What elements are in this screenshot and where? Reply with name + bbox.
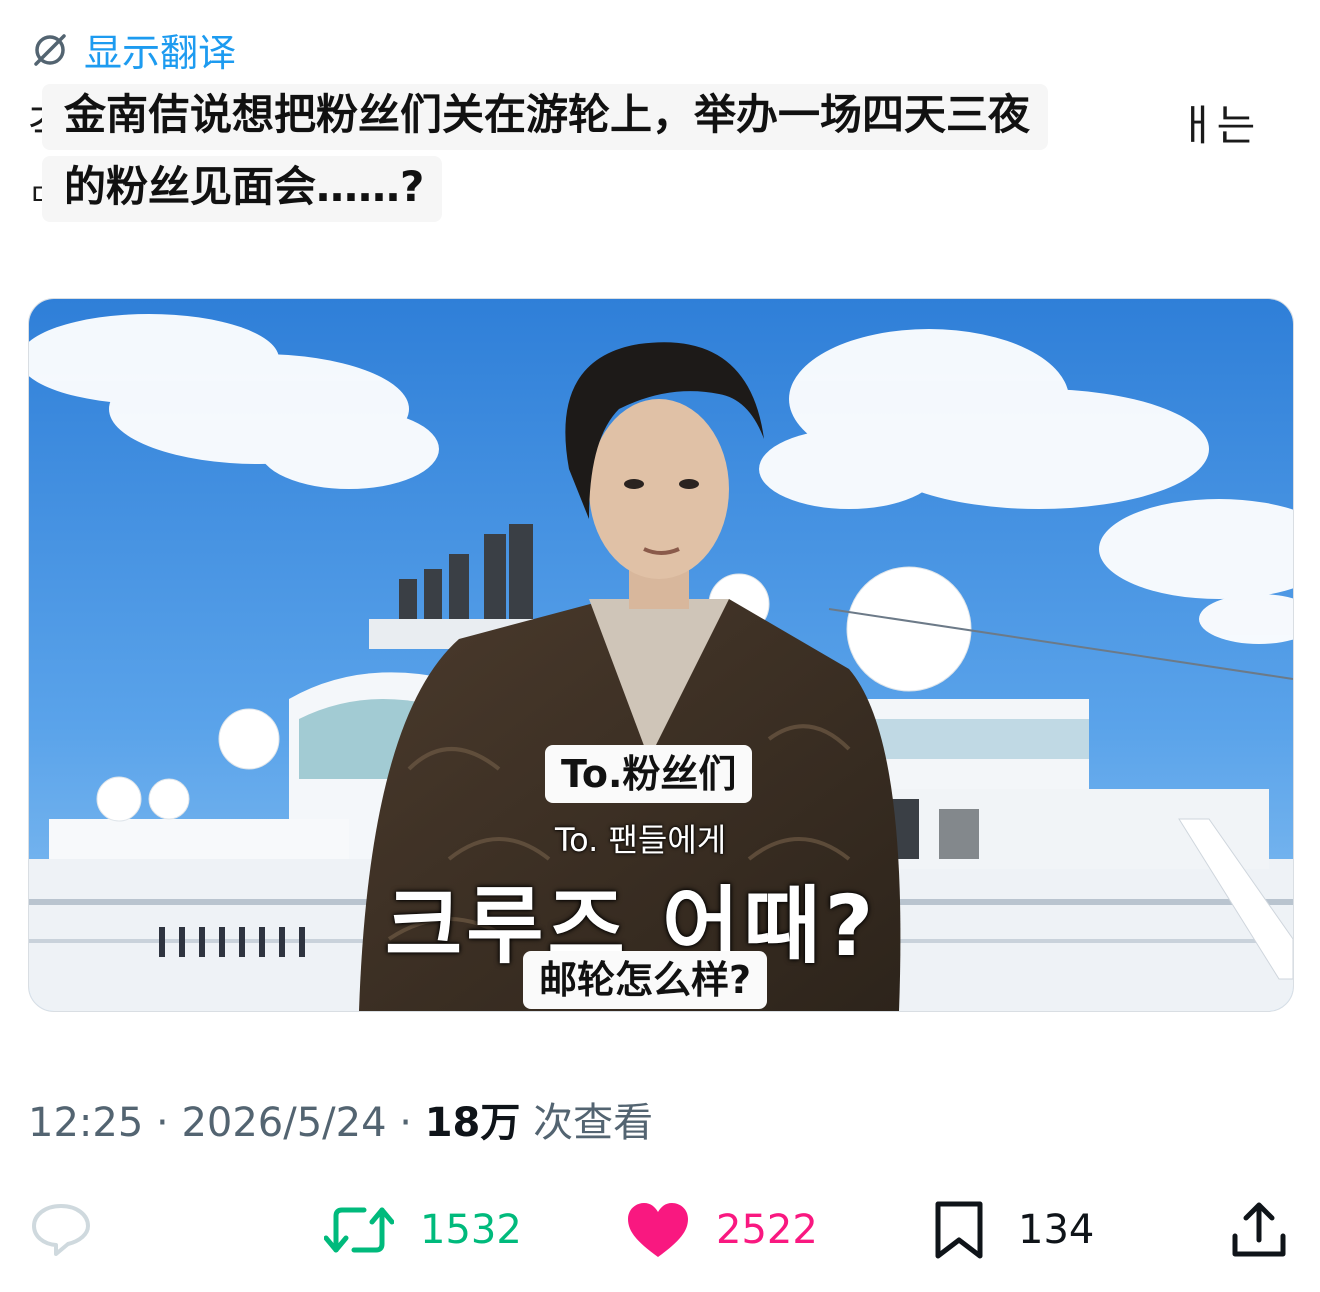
like-count: 2522: [716, 1207, 818, 1253]
view-count-label: 次查看: [520, 1100, 654, 1146]
show-translation-link[interactable]: 显示翻译: [30, 22, 236, 77]
caption-chinese-bottom: 邮轮怎么样?: [523, 951, 768, 1009]
like-button[interactable]: 2522: [626, 1190, 818, 1270]
meta-separator: ·: [143, 1100, 182, 1146]
bookmark-count: 134: [1018, 1207, 1095, 1253]
caption-chinese-top: To.粉丝们: [545, 745, 753, 803]
retweet-count: 1532: [420, 1207, 522, 1253]
obscured-text-right: ㅐ는: [1178, 101, 1256, 150]
tweet-meta: 12:25 · 2026/5/24 · 18万 次查看: [28, 1090, 653, 1148]
bookmark-icon: [935, 1201, 983, 1259]
share-icon: [1232, 1202, 1286, 1257]
bookmark-button[interactable]: 134: [932, 1190, 1094, 1270]
view-count: 18万: [424, 1100, 521, 1146]
share-button[interactable]: [1230, 1190, 1288, 1270]
reply-icon: [32, 1204, 90, 1256]
translated-line-1: 金南佶说想把粉丝们关在游轮上，举办一场四天三夜: [42, 84, 1049, 150]
heart-icon: [628, 1203, 688, 1257]
tweet-actions: 1532 2522 134: [0, 1190, 1320, 1270]
meta-separator: ·: [386, 1100, 425, 1146]
tweet-time[interactable]: 12:25: [28, 1100, 143, 1146]
caption-korean-small: To. 팬들에게: [555, 821, 727, 859]
tweet-text: 각 金南佶说想把粉丝们关在游轮上，举办一场四天三夜 ㅐ는 ㄷ 的粉丝见面会……?: [28, 84, 1268, 228]
translated-line-2: 的粉丝见面会……?: [42, 156, 443, 222]
retweet-icon: [324, 1207, 394, 1253]
show-translation-label: 显示翻译: [84, 31, 237, 75]
tweet-image[interactable]: To.粉丝们 To. 팬들에게 크루즈 어때? 邮轮怎么样?: [28, 298, 1294, 1012]
retweet-button[interactable]: 1532: [324, 1190, 522, 1270]
globe-slash-icon: [34, 33, 66, 66]
tweet-date[interactable]: 2026/5/24: [181, 1100, 386, 1146]
reply-button[interactable]: [30, 1190, 92, 1270]
